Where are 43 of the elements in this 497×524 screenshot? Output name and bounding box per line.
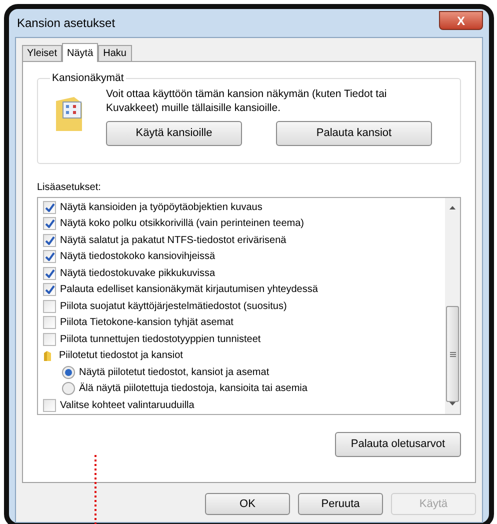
close-button[interactable]: X	[439, 10, 483, 30]
grip-icon	[450, 352, 456, 356]
option-label: Näytä koko polku otsikkorivillä (vain perinteinen teema)	[60, 217, 304, 232]
option-label: Näytä salatut ja pakatut NTFS-tiedostot erivärisenä	[60, 234, 286, 248]
checkbox[interactable]	[43, 283, 56, 296]
option-label: Näytä kansioiden ja työpöytäobjektien kuvaus	[60, 200, 262, 215]
checkbox[interactable]	[43, 266, 56, 280]
tab[interactable]: Näytä	[62, 43, 98, 62]
scroll-thumb[interactable]	[446, 306, 459, 402]
window-title: Kansion asetukset	[16, 15, 116, 32]
dialog-button[interactable]: Käytä kansioille	[106, 121, 242, 146]
dialog-button[interactable]: Palauta oletusarvot	[335, 432, 461, 457]
option-label: Palauta edelliset kansionäkymät kirjautumisen yhteydessä	[60, 283, 318, 298]
option-label: Näytä tiedostokuvake pikkukuvissa	[60, 266, 216, 281]
leader-line	[94, 455, 97, 524]
section-title: Lisäasetukset:	[37, 181, 102, 195]
radio-button[interactable]	[62, 382, 75, 396]
scrollbar[interactable]	[445, 198, 460, 414]
checkbox[interactable]	[43, 300, 56, 313]
option-label: Piilota suojatut käyttöjärjestelmätiedostot (suositus)	[60, 300, 287, 314]
checkbox[interactable]	[43, 200, 56, 214]
option-label: Valitse kohteet valintaruuduilla	[60, 398, 194, 413]
checkbox[interactable]	[43, 316, 56, 330]
radio-button[interactable]	[62, 366, 75, 379]
description-text: Voit ottaa käyttöön tämän kansion näkymän (kuten Tiedot tai Kuvakkeet) muille tällaisille kansioille.	[106, 87, 388, 115]
folder-view-icon	[54, 97, 84, 131]
checkbox[interactable]	[43, 398, 56, 412]
option-label: Näytä tiedostokoko kansiovihjeissä	[60, 250, 216, 264]
dialog-button[interactable]: Palauta kansiot	[276, 121, 432, 146]
option-label: Näytä piilotetut tiedostot, kansiot ja asemat	[79, 366, 270, 380]
option-label: Piilota tunnettujen tiedostotyyppien tunnisteet	[60, 332, 261, 347]
scroll-up-icon[interactable]	[449, 206, 456, 210]
option-label: Piilota Tietokone-kansion tyhjät asemat	[60, 316, 234, 330]
option-label: Piilotetut tiedostot ja kansiot	[59, 349, 183, 364]
dialog-button[interactable]: Peruuta	[298, 493, 383, 515]
tab[interactable]: Haku	[98, 45, 132, 61]
checkbox[interactable]	[43, 332, 56, 346]
tab[interactable]: Yleiset	[22, 45, 62, 61]
checkbox[interactable]	[43, 217, 56, 230]
option-label: Älä näytä piilotettuja tiedostoja, kansioita tai asemia	[79, 382, 308, 396]
checkbox[interactable]	[43, 250, 56, 264]
dialog-button[interactable]: OK	[205, 493, 290, 515]
checkbox[interactable]	[43, 234, 56, 247]
